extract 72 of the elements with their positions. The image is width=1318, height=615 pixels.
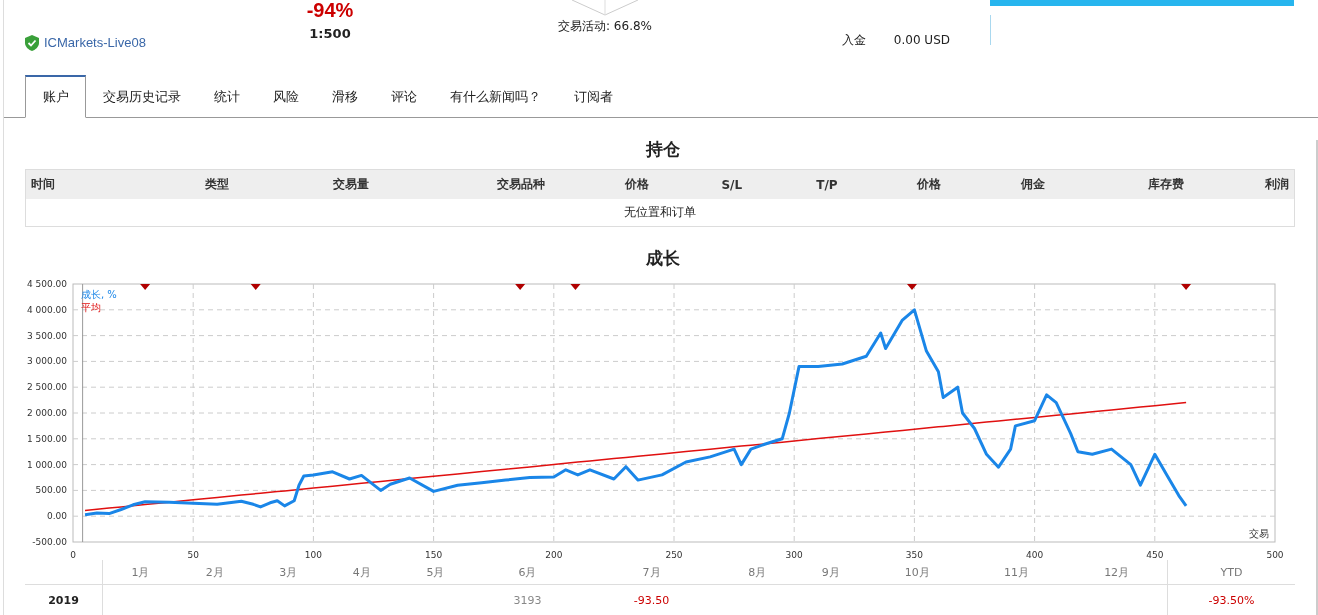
- month-header: 3月: [251, 560, 326, 585]
- month-header: 10月: [867, 560, 967, 585]
- tab[interactable]: 交易历史记录: [86, 75, 197, 118]
- x-tick-label: 100: [304, 550, 322, 560]
- y-tick-label: 3 000.00: [26, 356, 67, 367]
- table-cell: -93.50%: [1167, 584, 1295, 615]
- month-header: 2月: [177, 560, 252, 585]
- month-header: 5月: [398, 560, 473, 585]
- y-tick-label: 1 000.00: [26, 459, 67, 470]
- x-tick-label: 250: [665, 550, 683, 560]
- tab[interactable]: 统计: [197, 75, 256, 118]
- y-tick-label: -500.00: [32, 537, 67, 547]
- y-tick-label: 1 500.00: [26, 433, 67, 444]
- table-cell: -93.50: [582, 584, 721, 615]
- x-axis-label: 交易: [1249, 528, 1269, 539]
- column-header: 价格: [842, 169, 947, 199]
- month-header: 12月: [1066, 560, 1168, 585]
- legend-label: 平均: [81, 302, 101, 313]
- x-tick-label: 0: [70, 550, 76, 560]
- legend-label: 成长, %: [81, 289, 117, 300]
- tab[interactable]: 订阅者: [557, 75, 629, 118]
- x-tick-label: 400: [1026, 550, 1044, 560]
- column-header: T/P: [747, 169, 843, 199]
- column-header: 时间: [25, 169, 131, 199]
- y-tick-label: 4 000.00: [26, 304, 67, 315]
- y-tick-label: 3 500.00: [26, 330, 67, 341]
- activity-label: 交易活动: 66.8%: [558, 18, 652, 35]
- y-tick-label: 4 500.00: [26, 279, 67, 289]
- column-header: 佣金: [946, 169, 1050, 199]
- month-header: 8月: [720, 560, 794, 585]
- action-bar[interactable]: [990, 0, 1294, 6]
- month-header: 7月: [582, 560, 721, 585]
- x-tick-label: 350: [905, 550, 923, 560]
- x-tick-label: 300: [785, 550, 803, 560]
- y-tick-label: 2 000.00: [26, 408, 67, 418]
- gauge-drawing: [570, 0, 640, 16]
- x-tick-label: 50: [187, 550, 199, 560]
- table-cell: 3193: [472, 584, 583, 615]
- column-header: 交易量: [233, 169, 374, 199]
- month-header: 11月: [966, 560, 1067, 585]
- tab[interactable]: 账户: [25, 75, 86, 118]
- tab[interactable]: 评论: [374, 75, 433, 118]
- column-header: 类型: [130, 169, 234, 199]
- month-header: 4月: [325, 560, 399, 585]
- column-header: 交易品种: [373, 169, 551, 199]
- x-tick-label: 500: [1266, 550, 1284, 560]
- column-header: YTD: [1167, 560, 1295, 585]
- x-tick-label: 150: [425, 550, 443, 560]
- growth-value: -94%: [306, 0, 354, 20]
- tab[interactable]: 有什么新闻吗？: [433, 75, 557, 118]
- tab[interactable]: 风险: [256, 75, 315, 118]
- y-tick-label: 500.00: [35, 485, 67, 496]
- section-title: 成长: [644, 247, 681, 270]
- deposit-label: 入金: [841, 31, 866, 49]
- month-header: 1月: [102, 560, 178, 585]
- column-header: 价格: [550, 169, 654, 199]
- leverage-value: 1:500: [309, 26, 351, 41]
- y-tick-label: 0.00: [46, 511, 67, 522]
- tab[interactable]: 滑移: [315, 75, 374, 118]
- y-tick-label: 2 500.00: [26, 382, 67, 393]
- column-header: 利润: [1189, 169, 1295, 199]
- column-header: 库存费: [1049, 169, 1190, 199]
- x-tick-label: 200: [545, 550, 563, 560]
- server-link[interactable]: ICMarkets-Live08: [44, 35, 146, 50]
- column-header: S/L: [653, 169, 748, 199]
- section-title: 持仓: [644, 138, 681, 161]
- x-tick-label: 450: [1146, 550, 1164, 560]
- month-header: 6月: [472, 560, 583, 585]
- empty-message: 无位置和订单: [25, 199, 1295, 227]
- month-header: 9月: [794, 560, 868, 585]
- deposit-value: 0.00 USD: [893, 33, 950, 47]
- year-cell: 2019: [25, 584, 103, 615]
